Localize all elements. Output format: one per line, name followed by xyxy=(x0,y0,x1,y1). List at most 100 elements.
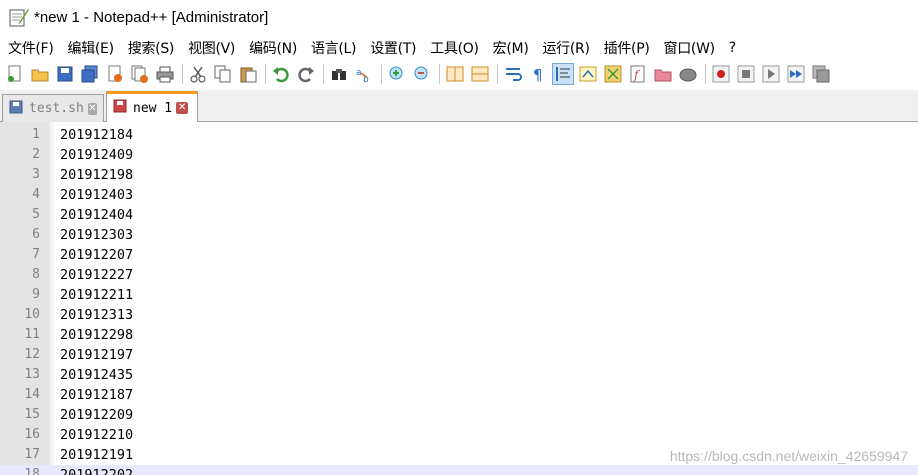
macro-run-multiple-icon[interactable] xyxy=(786,64,806,84)
paste-icon[interactable] xyxy=(238,64,258,84)
line-text: 201912298 xyxy=(60,327,134,343)
indent-guide-icon[interactable] xyxy=(552,63,574,85)
line-number: 13 xyxy=(24,367,40,382)
find-icon[interactable] xyxy=(329,64,349,84)
line-number: 15 xyxy=(24,407,40,422)
save-all-icon[interactable] xyxy=(80,64,100,84)
editor-line[interactable]: 12 201912197 xyxy=(0,345,918,365)
editor-line[interactable]: 16 201912210 xyxy=(0,425,918,445)
line-number: 7 xyxy=(32,247,40,262)
menu-file[interactable]: 文件(F) xyxy=(8,38,54,58)
menu-encoding[interactable]: 编码(N) xyxy=(249,38,297,58)
close-tab-icon[interactable]: ✕ xyxy=(87,102,97,115)
menu-run[interactable]: 运行(R) xyxy=(542,38,589,58)
macro-play-icon[interactable] xyxy=(761,64,781,84)
editor-line[interactable]: 15 201912209 xyxy=(0,405,918,425)
close-all-icon[interactable] xyxy=(130,64,150,84)
new-file-icon[interactable] xyxy=(5,64,25,84)
user-language-icon[interactable] xyxy=(578,64,598,84)
line-text: 201912207 xyxy=(60,247,134,263)
editor-line[interactable]: 9 201912211 xyxy=(0,285,918,305)
line-number: 2 xyxy=(32,147,40,162)
line-text: 201912404 xyxy=(60,207,134,223)
title-bar: *new 1 - Notepad++ [Administrator] xyxy=(0,0,918,34)
editor-line[interactable]: 10 201912313 xyxy=(0,305,918,325)
macro-save-icon[interactable] xyxy=(811,64,831,84)
tab-new-1[interactable]: new 1 ✕ xyxy=(106,91,198,122)
line-number: 14 xyxy=(24,387,40,402)
editor-line[interactable]: 11 201912298 xyxy=(0,325,918,345)
menu-macro[interactable]: 宏(M) xyxy=(493,38,529,58)
tab-label: test.sh xyxy=(29,101,84,116)
line-text: 201912227 xyxy=(60,267,134,283)
editor-line[interactable]: 5 201912404 xyxy=(0,205,918,225)
editor-line[interactable]: 4 201912403 xyxy=(0,185,918,205)
menu-search[interactable]: 搜索(S) xyxy=(128,38,175,58)
svg-text:a: a xyxy=(356,68,362,78)
print-icon[interactable] xyxy=(155,64,175,84)
menu-edit[interactable]: 编辑(E) xyxy=(67,38,114,58)
document-map-icon[interactable] xyxy=(603,64,623,84)
menu-settings[interactable]: 设置(T) xyxy=(370,38,416,58)
line-number: 1 xyxy=(32,127,40,142)
function-list-icon[interactable]: f xyxy=(628,64,648,84)
line-text: 201912184 xyxy=(60,127,134,143)
line-number: 11 xyxy=(24,327,40,342)
line-text: 201912209 xyxy=(60,407,134,423)
toolbar-separator xyxy=(381,64,382,84)
line-number: 12 xyxy=(24,347,40,362)
tab-bar: test.sh ✕ new 1 ✕ xyxy=(0,90,918,122)
line-number: 10 xyxy=(24,307,40,322)
macro-record-icon[interactable] xyxy=(711,64,731,84)
cut-icon[interactable] xyxy=(188,64,208,84)
menu-plugins[interactable]: 插件(P) xyxy=(604,38,650,58)
editor-line[interactable]: 7 201912207 xyxy=(0,245,918,265)
macro-stop-icon[interactable] xyxy=(736,64,756,84)
menu-tools[interactable]: 工具(O) xyxy=(430,38,479,58)
close-icon[interactable] xyxy=(105,64,125,84)
open-file-icon[interactable] xyxy=(30,64,50,84)
line-text: 201912313 xyxy=(60,307,134,323)
close-tab-icon[interactable]: ✕ xyxy=(176,102,189,114)
svg-text:¶: ¶ xyxy=(533,66,543,83)
line-number: 6 xyxy=(32,227,40,242)
tab-test-sh[interactable]: test.sh ✕ xyxy=(2,94,104,122)
editor-line[interactable]: 3 201912198 xyxy=(0,165,918,185)
editor-line[interactable]: 6 201912303 xyxy=(0,225,918,245)
sync-horizontal-icon[interactable] xyxy=(470,64,490,84)
folder-as-workspace-icon[interactable] xyxy=(653,64,673,84)
zoom-in-icon[interactable] xyxy=(387,64,407,84)
line-text: 201912403 xyxy=(60,187,134,203)
editor-line[interactable]: 13 201912435 xyxy=(0,365,918,385)
line-text: 201912211 xyxy=(60,287,134,303)
menu-help[interactable]: ? xyxy=(729,40,736,56)
editor-line[interactable]: 18 201912202 xyxy=(0,465,918,475)
editor-area[interactable]: 1 201912184 2 201912409 3 201912198 4 201912403… xyxy=(0,122,918,475)
line-text: 201912191 xyxy=(60,447,134,463)
menu-view[interactable]: 视图(V) xyxy=(188,38,235,58)
editor-line[interactable]: 14 201912187 xyxy=(0,385,918,405)
toolbar: ab ¶ f xyxy=(0,60,918,88)
replace-icon[interactable]: ab xyxy=(354,64,374,84)
monitoring-icon[interactable] xyxy=(678,64,698,84)
editor-line[interactable]: 2 201912409 xyxy=(0,145,918,165)
editor-line[interactable]: 8 201912227 xyxy=(0,265,918,285)
undo-icon[interactable] xyxy=(271,64,291,84)
toolbar-separator xyxy=(439,64,440,84)
zoom-out-icon[interactable] xyxy=(412,64,432,84)
editor-line[interactable]: 1 201912184 xyxy=(0,125,918,145)
redo-icon[interactable] xyxy=(296,64,316,84)
show-all-characters-icon[interactable]: ¶ xyxy=(528,64,548,84)
toolbar-separator xyxy=(182,64,183,84)
sync-vertical-icon[interactable] xyxy=(445,64,465,84)
window-title: *new 1 - Notepad++ [Administrator] xyxy=(34,8,269,26)
word-wrap-icon[interactable] xyxy=(503,64,523,84)
line-text: 201912197 xyxy=(60,347,134,363)
menu-window[interactable]: 窗口(W) xyxy=(664,38,716,58)
copy-icon[interactable] xyxy=(213,64,233,84)
menu-language[interactable]: 语言(L) xyxy=(311,38,357,58)
line-number: 17 xyxy=(24,447,40,462)
save-icon[interactable] xyxy=(55,64,75,84)
line-text: 201912198 xyxy=(60,167,134,183)
line-text: 201912210 xyxy=(60,427,134,443)
